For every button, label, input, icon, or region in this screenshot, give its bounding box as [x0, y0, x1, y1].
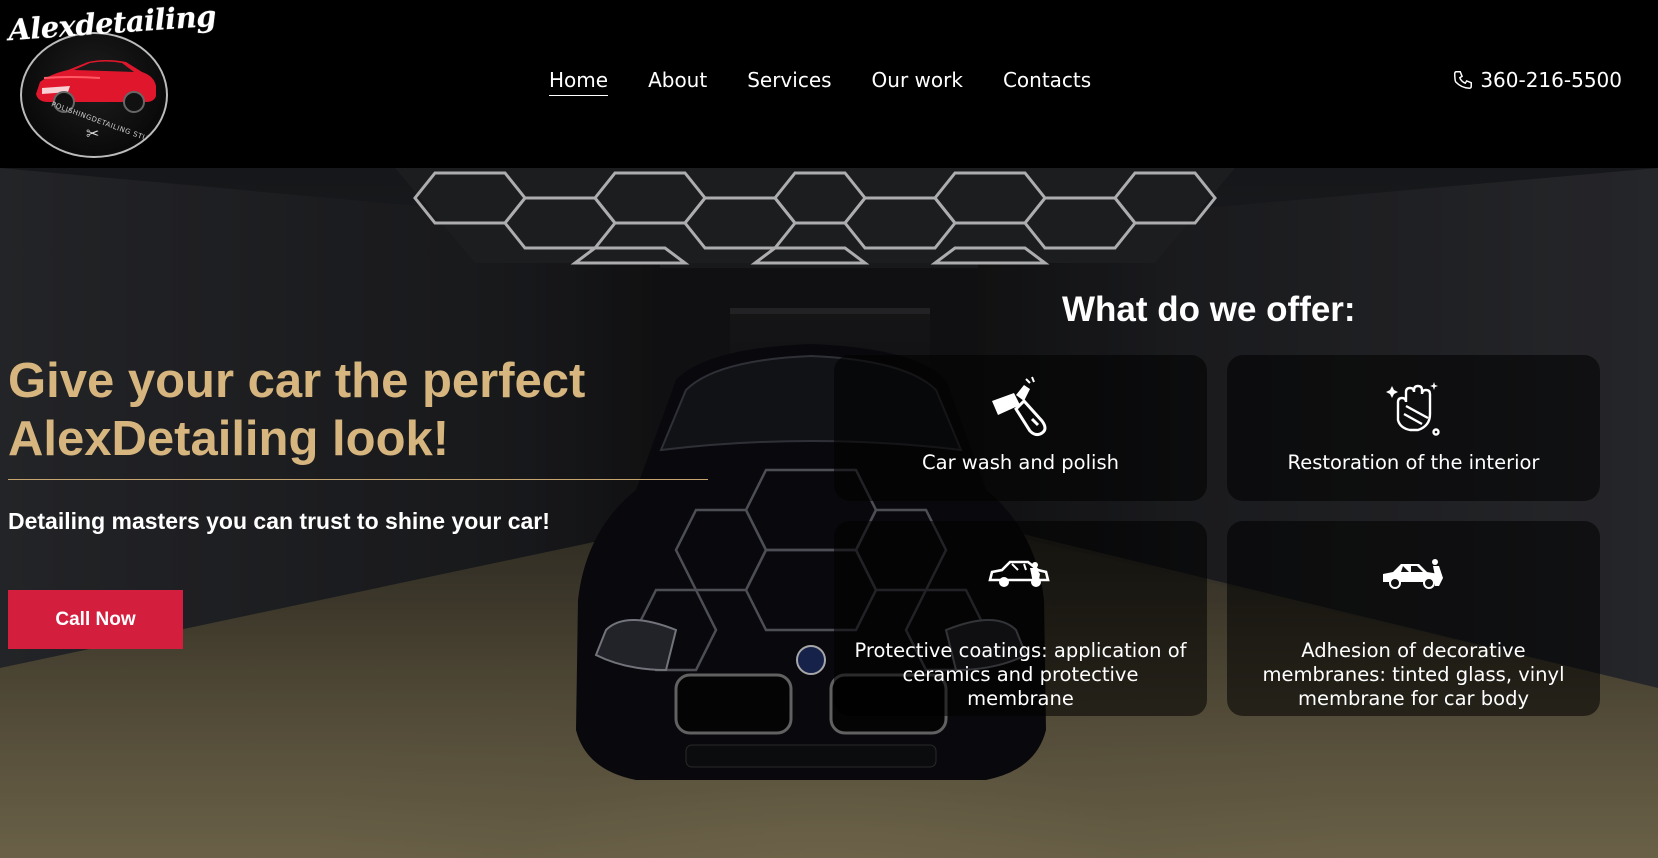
main-nav: Home About Services Our work Contacts [549, 68, 1131, 96]
hero-title: Give your car the perfect AlexDetailing … [8, 352, 698, 468]
offer-card-interior[interactable]: Restoration of the interior [1227, 355, 1600, 501]
brand-logo[interactable]: POLISHINGDETAILING STUDIO ✂ Alexdetailin… [6, 0, 217, 158]
offer-label: Protective coatings: application of cera… [854, 639, 1187, 710]
car-coating-icon [987, 543, 1054, 603]
hero-title-line2: AlexDetailing look! [8, 412, 450, 466]
nav-our-work[interactable]: Our work [872, 68, 963, 96]
car-wrap-icon [1381, 543, 1447, 603]
hero-divider [8, 479, 708, 480]
phone-number: 360-216-5500 [1480, 68, 1622, 92]
offer-label: Restoration of the interior [1287, 451, 1540, 474]
crossed-tools-icon: ✂ [86, 124, 100, 143]
phone-icon [1454, 71, 1473, 89]
logo-emblem: POLISHINGDETAILING STUDIO ✂ [20, 32, 168, 158]
call-now-button[interactable]: Call Now [8, 590, 183, 649]
offer-card-membranes[interactable]: Adhesion of decorative membranes: tinted… [1227, 521, 1600, 716]
polisher-icon [986, 373, 1056, 443]
cleaning-hand-icon [1384, 373, 1444, 443]
nav-services[interactable]: Services [747, 68, 831, 96]
offer-card-wash[interactable]: Car wash and polish [834, 355, 1207, 501]
offer-card-coatings[interactable]: Protective coatings: application of cera… [834, 521, 1207, 716]
offer-label: Adhesion of decorative membranes: tinted… [1262, 639, 1565, 710]
phone-link[interactable]: 360-216-5500 [1452, 68, 1622, 92]
offer-label: Car wash and polish [922, 451, 1119, 474]
site-header: POLISHINGDETAILING STUDIO ✂ Alexdetailin… [0, 0, 1658, 168]
hero-subtitle: Detailing masters you can trust to shine… [8, 508, 550, 534]
nav-home[interactable]: Home [549, 68, 609, 96]
nav-contacts[interactable]: Contacts [1003, 68, 1091, 96]
nav-about[interactable]: About [648, 68, 707, 96]
offers-heading: What do we offer: [1062, 290, 1356, 329]
hero-title-line1: Give your car the perfect [8, 354, 586, 408]
